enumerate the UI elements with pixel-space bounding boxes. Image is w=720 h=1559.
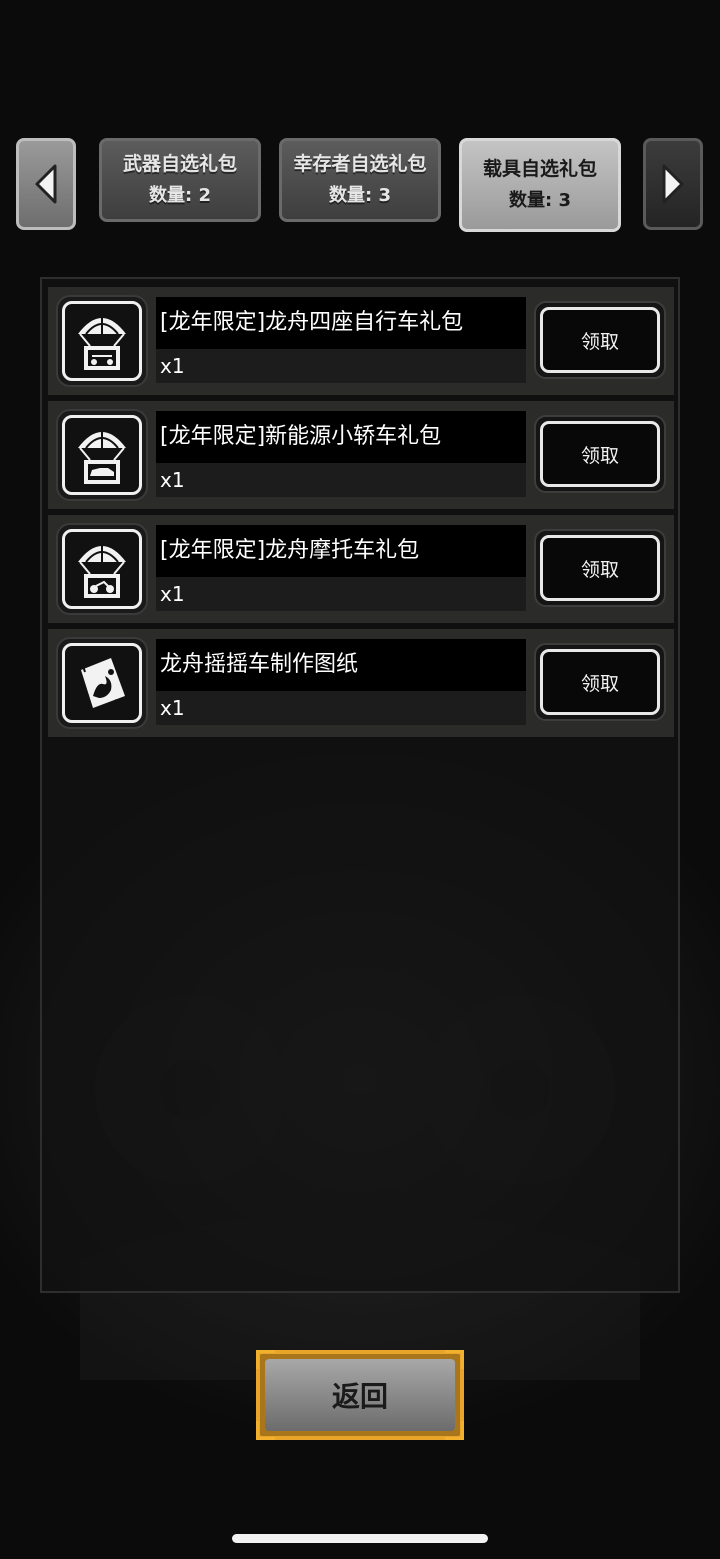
corner-ornament xyxy=(256,1421,275,1440)
list-item: [龙年限定]龙舟摩托车礼包 x1 领取 xyxy=(48,515,674,623)
corner-ornament xyxy=(445,1350,464,1369)
prev-tab-button[interactable] xyxy=(16,138,76,230)
list-item: [龙年限定]新能源小轿车礼包 x1 领取 xyxy=(48,401,674,509)
item-icon-frame xyxy=(56,295,148,387)
claim-button-label: 领取 xyxy=(540,307,660,373)
chevron-left-icon xyxy=(35,164,57,204)
item-name: [龙年限定]龙舟四座自行车礼包 xyxy=(156,297,526,349)
tab-count: 数量: 3 xyxy=(329,185,391,206)
parachute-crate-car-icon xyxy=(78,426,126,484)
claim-button-label: 领取 xyxy=(540,535,660,601)
item-icon-frame xyxy=(56,409,148,501)
tab-survivor-pack[interactable]: 幸存者自选礼包 数量: 3 xyxy=(279,138,441,222)
item-icon-frame xyxy=(56,637,148,729)
claim-button[interactable]: 领取 xyxy=(534,415,666,493)
parachute-crate-bike-icon xyxy=(78,312,126,370)
item-name: [龙年限定]龙舟摩托车礼包 xyxy=(156,525,526,577)
tab-count: 数量: 3 xyxy=(509,190,571,211)
parachute-crate-motorcycle-icon xyxy=(78,540,126,598)
next-tab-button[interactable] xyxy=(643,138,703,230)
item-icon-frame xyxy=(56,523,148,615)
item-quantity: x1 xyxy=(156,463,526,497)
claim-button[interactable]: 领取 xyxy=(534,529,666,607)
tab-title: 载具自选礼包 xyxy=(482,158,597,180)
claim-button[interactable]: 领取 xyxy=(534,301,666,379)
item-name: 龙舟摇摇车制作图纸 xyxy=(156,639,526,691)
tab-vehicle-pack[interactable]: 载具自选礼包 数量: 3 xyxy=(459,138,621,232)
claim-button-label: 领取 xyxy=(540,421,660,487)
tab-weapon-pack[interactable]: 武器自选礼包 数量: 2 xyxy=(99,138,261,222)
list-item: 龙舟摇摇车制作图纸 x1 领取 xyxy=(48,629,674,737)
screen: 武器自选礼包 数量: 2 幸存者自选礼包 数量: 3 载具自选礼包 数量: 3 xyxy=(0,0,720,1559)
tab-title: 幸存者自选礼包 xyxy=(293,153,427,175)
corner-ornament xyxy=(256,1350,275,1369)
claim-button[interactable]: 领取 xyxy=(534,643,666,721)
reward-list-panel[interactable]: [龙年限定]龙舟四座自行车礼包 x1 领取 [龙年限定]新能源小轿车礼包 x1 … xyxy=(40,277,680,1293)
return-button-label: 返回 xyxy=(265,1359,455,1431)
item-quantity: x1 xyxy=(156,349,526,383)
return-button[interactable]: 返回 xyxy=(256,1350,464,1440)
item-quantity: x1 xyxy=(156,577,526,611)
list-item: [龙年限定]龙舟四座自行车礼包 x1 领取 xyxy=(48,287,674,395)
tab-count: 数量: 2 xyxy=(149,185,211,206)
blueprint-scroll-icon xyxy=(81,658,125,708)
tab-title: 武器自选礼包 xyxy=(122,153,237,175)
item-name: [龙年限定]新能源小轿车礼包 xyxy=(156,411,526,463)
corner-ornament xyxy=(445,1421,464,1440)
home-indicator[interactable] xyxy=(232,1534,488,1543)
item-quantity: x1 xyxy=(156,691,526,725)
chevron-right-icon xyxy=(662,164,684,204)
claim-button-label: 领取 xyxy=(540,649,660,715)
